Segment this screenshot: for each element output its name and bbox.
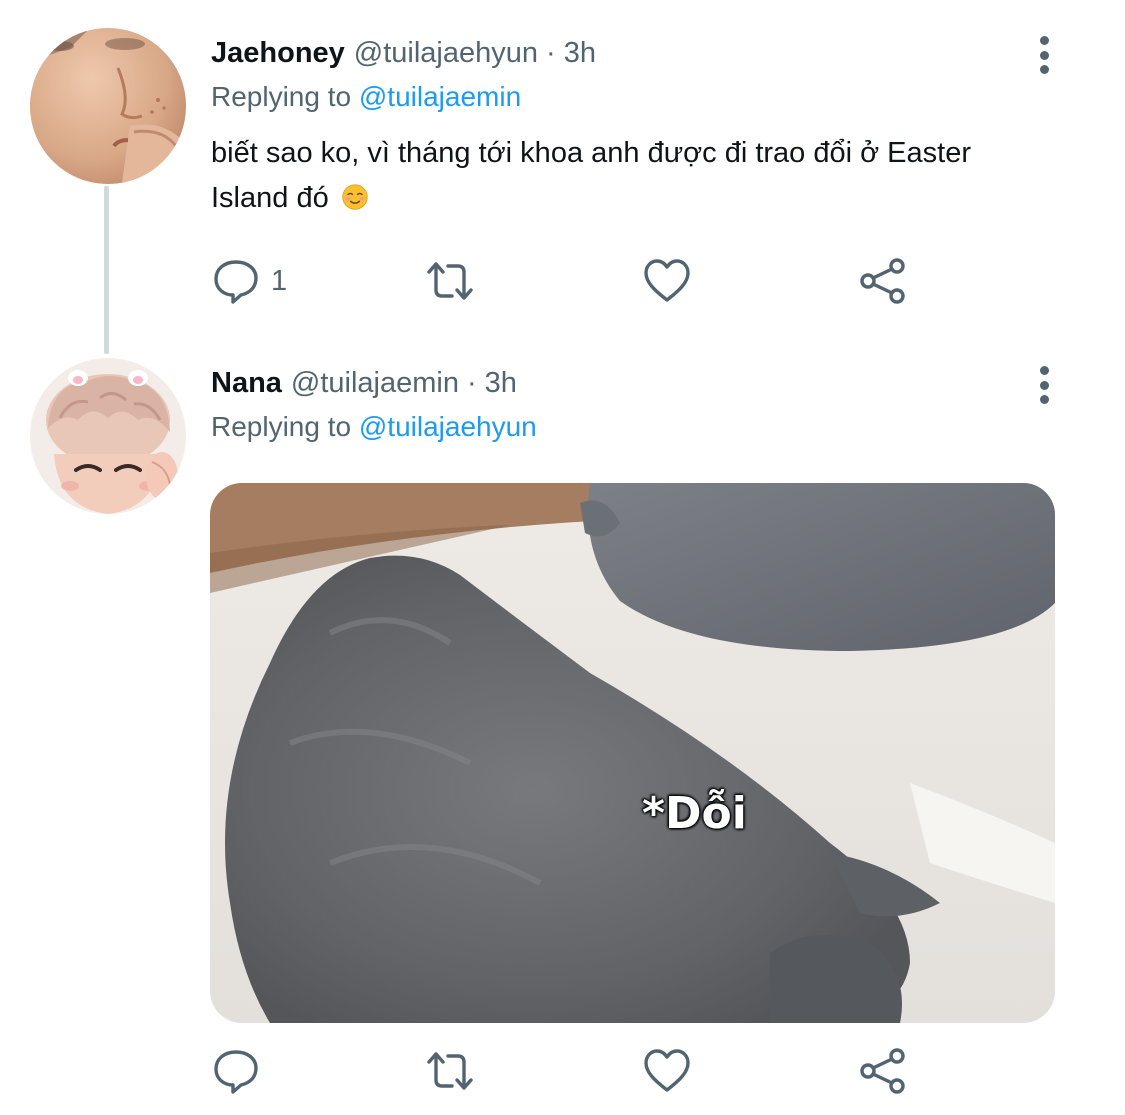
tweet-actions (211, 1046, 931, 1096)
dot-icon (1039, 65, 1049, 74)
replying-to: Replying to @tuilajaemin (211, 81, 521, 113)
tweet-header: Nana @tuilajaemin · 3h (211, 363, 517, 403)
tweet-header: Jaehoney @tuilajaehyun · 3h (211, 33, 596, 73)
share-button[interactable] (858, 256, 908, 306)
reply-icon (214, 260, 258, 304)
replying-to: Replying to @tuilajaehyun (211, 411, 537, 443)
like-button[interactable] (642, 1046, 702, 1096)
more-options-button[interactable] (1026, 363, 1062, 407)
share-icon (860, 258, 905, 304)
tweet-media[interactable]: *Dỗi (210, 483, 1055, 1023)
reply-button[interactable]: 1 (211, 256, 287, 306)
user-handle[interactable]: @tuilajaemin (291, 367, 459, 400)
tweet-text-content: biết sao ko, vì tháng tới khoa anh được … (211, 137, 971, 214)
more-options-button[interactable] (1026, 33, 1062, 77)
replying-to-handle-link[interactable]: @tuilajaehyun (359, 411, 537, 442)
replying-to-label: Replying to (211, 411, 352, 442)
like-button[interactable] (642, 256, 702, 306)
dot-icon (1039, 50, 1049, 60)
grey-cat-image (210, 483, 1055, 1023)
reply-count: 1 (271, 264, 288, 297)
heart-icon (644, 1049, 690, 1092)
timestamp[interactable]: 3h (564, 37, 596, 70)
display-name[interactable]: Jaehoney (211, 37, 345, 70)
replying-to-label: Replying to (211, 81, 352, 112)
avatar[interactable] (30, 28, 186, 184)
reply-icon (214, 1050, 258, 1094)
share-button[interactable] (858, 1046, 908, 1096)
dot-icon (1039, 366, 1049, 375)
separator-dot: · (467, 366, 477, 399)
heart-icon (644, 259, 690, 302)
tweet-actions: 1 (211, 256, 931, 306)
person-avatar-icon (30, 358, 186, 514)
retweet-button[interactable] (425, 256, 485, 306)
timestamp[interactable]: 3h (485, 367, 517, 400)
avatar[interactable] (30, 358, 186, 514)
replying-to-handle-link[interactable]: @tuilajaemin (359, 81, 521, 112)
display-name[interactable]: Nana (211, 367, 282, 400)
tweet[interactable]: Nana @tuilajaemin · 3h Replying to @tuil… (0, 340, 1125, 1115)
reply-thread: Jaehoney @tuilajaehyun · 3h Replying to … (0, 0, 1125, 1115)
dot-icon (1039, 380, 1049, 390)
retweet-icon (427, 262, 473, 300)
dot-icon (1039, 395, 1049, 404)
separator-dot: · (546, 36, 556, 69)
share-icon (860, 1048, 905, 1094)
retweet-icon (427, 1052, 473, 1090)
tweet-text: biết sao ko, vì tháng tới khoa anh được … (211, 131, 1051, 221)
person-avatar-icon (30, 28, 186, 184)
media-caption: *Dỗi (642, 788, 747, 839)
retweet-button[interactable] (425, 1046, 485, 1096)
smiling-face-icon (342, 184, 368, 210)
tweet[interactable]: Jaehoney @tuilajaehyun · 3h Replying to … (0, 0, 1125, 340)
user-handle[interactable]: @tuilajaehyun (354, 37, 538, 70)
dot-icon (1039, 36, 1049, 45)
reply-button[interactable] (211, 1046, 271, 1096)
